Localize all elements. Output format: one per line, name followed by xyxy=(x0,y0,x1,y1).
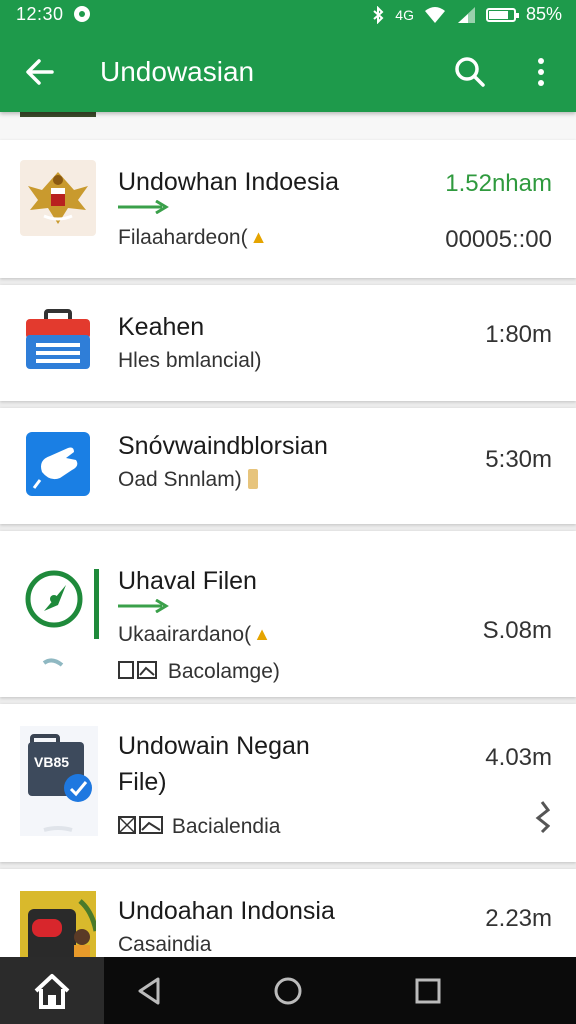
hand-app-icon xyxy=(26,432,90,496)
status-bar: 12:30 4G 85% xyxy=(0,0,576,30)
signal-icon xyxy=(457,6,475,23)
item-name: Keahen xyxy=(118,313,205,341)
item-size: 1.52nham xyxy=(445,170,552,197)
warning-icon: ▲ xyxy=(249,227,268,247)
item-duration: 5:30m xyxy=(485,446,552,473)
list-item[interactable]: VB85 Undowain Negan File) Bacialendia 4.… xyxy=(0,704,576,862)
toolbar: Undowasian xyxy=(0,30,576,112)
battery-level xyxy=(488,10,508,19)
arrow-right-icon xyxy=(118,200,169,214)
gallery-icon xyxy=(118,816,163,834)
list-item[interactable]: Keahen Hles bmlancial) 1:80m xyxy=(0,285,576,401)
garuda-emblem-icon xyxy=(20,160,96,236)
item-duration: S.08m xyxy=(482,617,552,644)
drag-handle-icon[interactable] xyxy=(534,800,550,834)
item-subtitle: Casaindia xyxy=(118,933,212,956)
page-title: Undowasian xyxy=(100,56,255,87)
arrow-back-icon[interactable] xyxy=(20,52,60,92)
nav-home-circle-icon[interactable] xyxy=(264,967,312,1015)
compass-icon xyxy=(25,569,99,667)
file-list[interactable]: Undowhan Indoesia Filaahardeon(▲ 1.52nha… xyxy=(0,112,576,957)
item-subtitle: Filaahardeon(▲ xyxy=(118,226,267,250)
item-duration: 2.23m xyxy=(485,905,552,932)
document-share-icon: VB85 xyxy=(20,726,98,836)
partial-thumb xyxy=(20,112,96,117)
app-bar: 12:30 4G 85% Undowasian xyxy=(0,0,576,112)
item-subtitle: Ukaairardano(▲ xyxy=(118,623,271,647)
item-subtitle: Oad Snnlam) xyxy=(118,468,258,492)
item-detail-text: Bacolamge) xyxy=(167,660,280,683)
item-name: Undowhan Indoesia xyxy=(118,168,339,196)
list-item[interactable]: Undowhan Indoesia Filaahardeon(▲ 1.52nha… xyxy=(0,140,576,278)
item-duration: 1:80m xyxy=(485,321,552,348)
nav-home-tab[interactable] xyxy=(0,957,104,1024)
system-nav-bar xyxy=(0,957,576,1024)
thumb-badge-text: VB85 xyxy=(34,754,70,770)
file-icon xyxy=(247,469,258,489)
briefcase-icon xyxy=(26,309,90,369)
status-time: 12:30 xyxy=(16,4,64,24)
item-detail: Bacolamge) xyxy=(118,659,280,684)
wifi-icon xyxy=(424,6,445,23)
bluetooth-icon xyxy=(373,5,384,24)
item-detail-text: Bacialendia xyxy=(171,815,281,838)
notification-icon xyxy=(74,6,90,22)
item-name: Uhaval Filen xyxy=(118,567,257,595)
gallery-icon xyxy=(118,661,157,679)
battery-icon xyxy=(485,7,519,22)
item-detail: Bacialendia xyxy=(118,814,280,839)
nav-back-icon[interactable] xyxy=(126,967,174,1015)
item-subtitle-text: Oad Snnlam) xyxy=(118,468,242,491)
list-item[interactable]: Uhaval Filen Ukaairardano(▲ Bacolamge) S… xyxy=(0,531,576,697)
list-item[interactable]: Snóvwaindblorsian Oad Snnlam) 5:30m xyxy=(0,408,576,524)
arrow-right-icon xyxy=(118,599,169,613)
list-item-partial xyxy=(0,112,576,140)
item-subtitle-text: Filaahardeon( xyxy=(118,226,248,249)
item-subtitle: Hles bmlancial) xyxy=(118,349,262,372)
item-name-line1: Undowain Negan xyxy=(118,732,310,760)
item-name: Snóvwaindblorsian xyxy=(118,432,328,460)
item-subtitle-text: Ukaairardano( xyxy=(118,623,252,646)
item-name: Undoahan Indonsia xyxy=(118,897,335,925)
item-duration: 4.03m xyxy=(485,744,552,771)
list-item[interactable]: Undoahan Indonsia Casaindia 2.23m xyxy=(0,869,576,957)
more-vert-icon[interactable] xyxy=(526,52,556,92)
status-icons: 4G 85% xyxy=(371,4,562,25)
home-icon[interactable] xyxy=(28,967,76,1015)
warning-icon: ▲ xyxy=(253,624,271,644)
network-type-label: 4G xyxy=(395,6,414,23)
photo-thumbnail-icon xyxy=(20,891,96,957)
search-icon[interactable] xyxy=(450,52,490,92)
item-name-line2: File) xyxy=(118,768,167,796)
nav-recents-icon[interactable] xyxy=(404,967,452,1015)
item-duration: 00005::00 xyxy=(445,226,552,253)
battery-percent: 85% xyxy=(525,4,562,24)
document-share-graphic xyxy=(20,726,98,836)
